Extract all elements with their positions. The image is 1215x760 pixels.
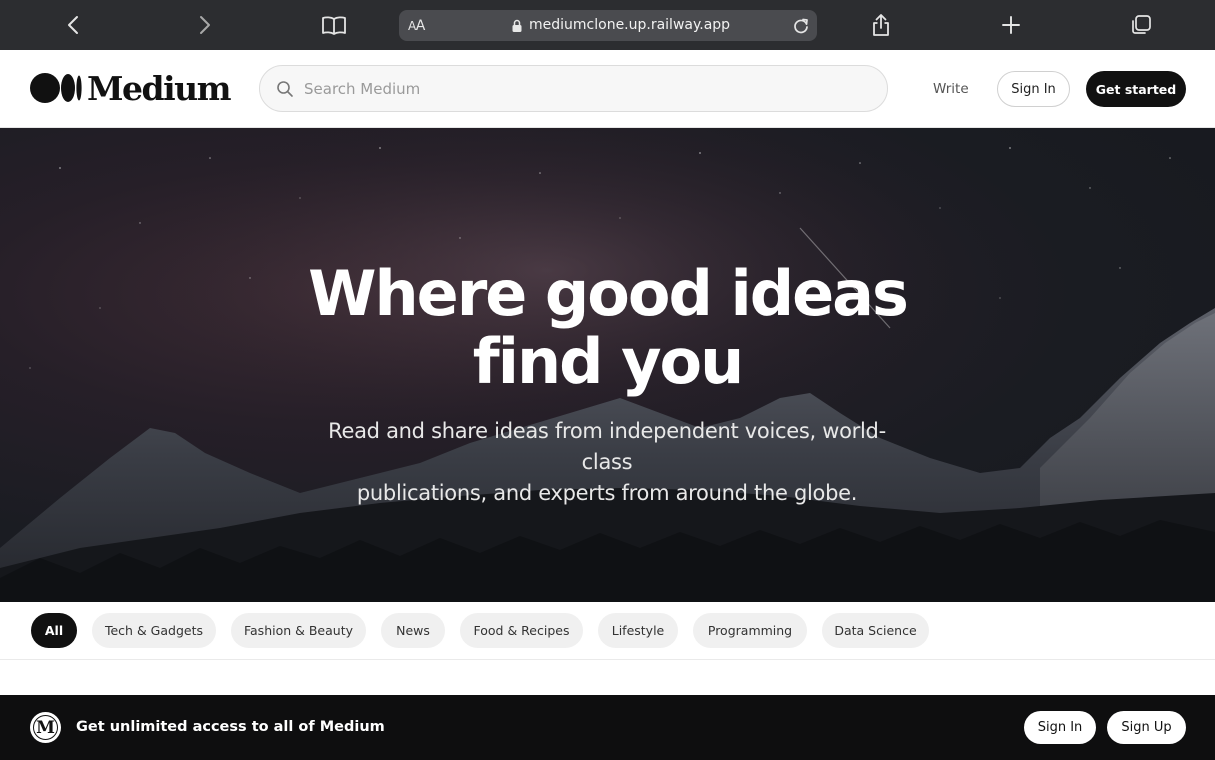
hero-title: Where good ideas find you [308, 257, 909, 398]
text-size-button[interactable]: AA [408, 18, 425, 34]
banner-sign-in-button[interactable]: Sign In [1024, 711, 1096, 744]
category-bar: All Tech & Gadgets Fashion & Beauty News… [0, 602, 1215, 660]
banner-sign-up-button[interactable]: Sign Up [1107, 711, 1186, 744]
sign-in-button[interactable]: Sign In [997, 71, 1070, 107]
category-chip-data-science[interactable]: Data Science [822, 613, 929, 648]
hero-subtitle: Read and share ideas from independent vo… [328, 419, 886, 505]
category-chip-news[interactable]: News [381, 613, 445, 648]
medium-badge-icon: M [30, 712, 61, 743]
reload-icon[interactable] [791, 16, 811, 40]
search-box[interactable] [259, 65, 888, 112]
back-icon[interactable] [58, 9, 90, 41]
banner-text: Get unlimited access to all of Medium [76, 719, 385, 735]
site-header: Medium Write Sign In Get started [0, 50, 1215, 128]
logo-text: Medium [87, 68, 232, 108]
share-icon[interactable] [865, 9, 897, 41]
reader-icon[interactable] [318, 9, 350, 41]
medium-logo-icon [30, 73, 82, 103]
category-chip-fashion-beauty[interactable]: Fashion & Beauty [231, 613, 366, 648]
category-chip-lifestyle[interactable]: Lifestyle [598, 613, 678, 648]
address-bar[interactable]: AA mediumclone.up.railway.app [399, 10, 817, 41]
category-chip-programming[interactable]: Programming [693, 613, 807, 648]
lock-icon [511, 18, 523, 37]
hero-section: Where good ideas find you Read and share… [0, 128, 1215, 602]
browser-toolbar: AA mediumclone.up.railway.app [0, 0, 1215, 50]
forward-icon[interactable] [188, 9, 220, 41]
url-text: mediumclone.up.railway.app [529, 17, 731, 33]
search-input[interactable] [304, 76, 864, 102]
get-started-button[interactable]: Get started [1086, 71, 1186, 107]
write-link[interactable]: Write [933, 81, 969, 97]
category-chip-tech-gadgets[interactable]: Tech & Gadgets [92, 613, 216, 648]
category-chip-food-recipes[interactable]: Food & Recipes [460, 613, 583, 648]
search-icon [276, 80, 294, 102]
new-tab-icon[interactable] [995, 9, 1027, 41]
signup-banner: M Get unlimited access to all of Medium … [0, 695, 1215, 760]
medium-logo[interactable]: Medium [30, 68, 232, 108]
tabs-icon[interactable] [1125, 9, 1157, 41]
category-chip-all[interactable]: All [31, 613, 77, 648]
